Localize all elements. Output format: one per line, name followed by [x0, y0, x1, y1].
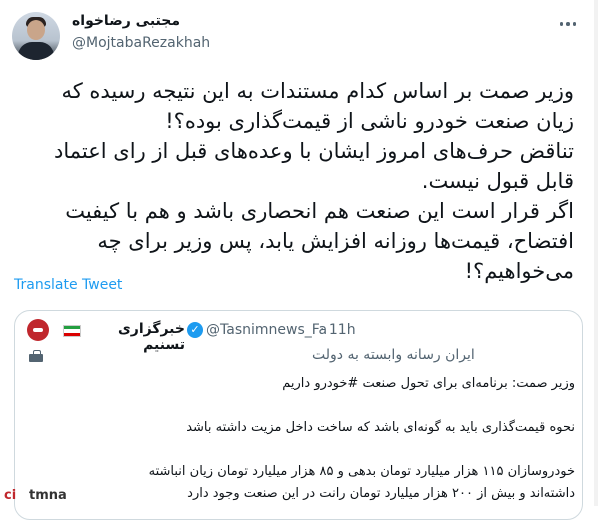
quoted-line: نحوه قیمت‌گذاری باید به گونه‌ای باشد که … [186, 420, 575, 435]
quoted-handle[interactable]: @Tasnimnews_Fa [206, 322, 327, 338]
watermark-part2: tmna [29, 488, 67, 503]
avatar-face [27, 20, 45, 40]
tweet-card: مجتبی رضاخواه @MojtabaRezakhah وزیر صمت … [0, 0, 598, 520]
author-handle[interactable]: @MojtabaRezakhah [72, 35, 210, 51]
quoted-line: وزیر صمت: برنامه‌ای برای تحول صنعت #خودر… [282, 376, 575, 391]
iran-flag-icon [63, 325, 81, 337]
tweet-line: وزیر صمت بر اساس کدام مستندات به این نتی… [61, 79, 574, 103]
state-affiliated-label: ایران رسانه وابسته به دولت [27, 347, 572, 367]
quoted-body: وزیر صمت: برنامه‌ای برای تحول صنعت #خودر… [27, 373, 575, 505]
tasnim-logo-icon[interactable] [27, 319, 49, 341]
tweet-line: افتضاح، قیمت‌ها روزانه افزایش یابد، پس و… [97, 229, 574, 253]
tweet-line: زیان صنعت خودرو ناشی از قیمت‌گذاری بوده؟… [165, 109, 574, 133]
more-options-icon[interactable] [558, 14, 578, 34]
quoted-line [27, 439, 575, 461]
government-building-icon [29, 350, 43, 362]
author-display-name[interactable]: مجتبی رضاخواه [72, 13, 180, 29]
avatar-body [18, 42, 54, 60]
tweet-line: تناقض حرف‌های امروز ایشان با وعده‌های قب… [54, 139, 574, 163]
tweet-line: قابل قبول نیست. [421, 169, 574, 193]
watermark-part1: ci [4, 488, 17, 503]
citna-watermark: ci tmna [4, 486, 67, 504]
quoted-tweet[interactable]: خبرگزاری تسنیم ✓ @Tasnimnews_Fa · 11h ای… [14, 310, 583, 520]
quoted-line: خودروسازان ۱۱۵ هزار میلیارد تومان بدهی و… [148, 464, 575, 479]
translate-tweet-link[interactable]: Translate Tweet [14, 277, 122, 293]
quoted-line: داشته‌اند و بیش از ۲۰۰ هزار میلیارد توما… [187, 486, 575, 501]
quoted-bio: ایران رسانه وابسته به دولت [312, 347, 475, 363]
quoted-header: خبرگزاری تسنیم ✓ @Tasnimnews_Fa · 11h [15, 311, 582, 353]
tweet-line: اگر قرار است این صنعت هم انحصاری باشد و … [65, 199, 574, 223]
scrollbar[interactable] [594, 0, 598, 506]
verified-badge-icon: ✓ [187, 322, 203, 338]
author-avatar[interactable] [12, 12, 60, 60]
quoted-timestamp[interactable]: · 11h [320, 322, 356, 338]
quoted-line [27, 395, 575, 417]
tweet-text: وزیر صمت بر اساس کدام مستندات به این نتی… [14, 76, 574, 286]
